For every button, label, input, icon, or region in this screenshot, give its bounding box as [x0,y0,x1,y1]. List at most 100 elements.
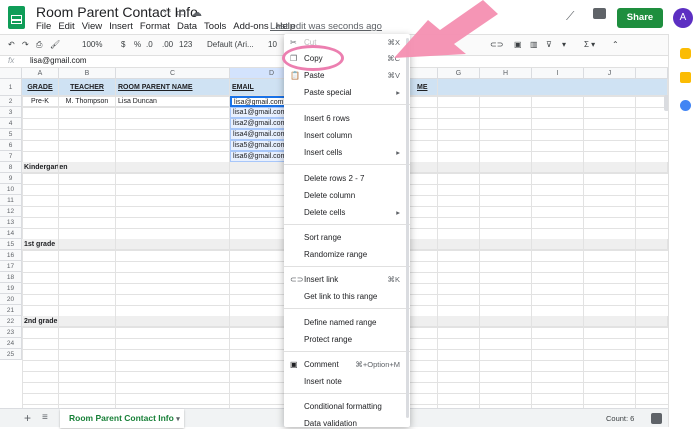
row-header[interactable]: 7 [0,151,22,162]
header-cell-room-parent-name[interactable]: ROOM PARENT NAME [116,79,230,96]
header-cell-blank[interactable] [438,79,668,96]
comment-icon[interactable]: ▣ [514,40,522,49]
row-header[interactable]: 5 [0,129,22,140]
menu-item-get-link[interactable]: Get link to this range [304,292,377,301]
all-sheets-icon[interactable]: ≡ [42,412,48,423]
explore-icon[interactable] [651,413,662,424]
menu-item-paste-special[interactable]: Paste special [304,88,352,97]
row-header[interactable]: 13 [0,217,22,228]
menu-item-protect-range[interactable]: Protect range [304,335,352,344]
number-format-select[interactable]: 123 [179,40,192,49]
column-header[interactable]: A [22,68,59,79]
menu-data[interactable]: Data [177,21,197,32]
cloud-icon[interactable]: ☁ [191,6,202,19]
paint-format-icon[interactable]: 🖌 [50,40,60,49]
menu-item-define-named-range[interactable]: Define named range [304,318,377,327]
menu-scrollbar[interactable] [406,38,409,418]
column-header[interactable]: C [116,68,230,79]
font-size-select[interactable]: 10 [268,40,277,49]
folder-icon[interactable]: ▭ [176,6,186,19]
menu-item-paste[interactable]: Paste [304,71,324,80]
row-header[interactable]: 12 [0,206,22,217]
redo-icon[interactable]: ↷ [22,40,29,49]
calendar-icon[interactable] [680,72,691,83]
cell-grade[interactable]: Pre-K [22,96,59,107]
menu-item-insert-link[interactable]: Insert link [304,275,338,284]
row-header[interactable]: 6 [0,140,22,151]
print-icon[interactable]: ⎙ [36,40,42,50]
column-header[interactable]: J [584,68,636,79]
chevron-down-icon[interactable]: ▾ [176,416,180,423]
menu-item-insert-column[interactable]: Insert column [304,131,352,140]
document-title[interactable]: Room Parent Contact Info [36,4,198,20]
header-cell-grade[interactable]: GRADE [22,79,59,96]
row-header[interactable]: 20 [0,294,22,305]
row-header[interactable]: 9 [0,173,22,184]
row-header[interactable]: 1 [0,79,22,96]
avatar[interactable]: A [673,8,693,28]
filter-icon[interactable]: ⊽ [546,40,552,49]
keep-icon[interactable] [680,48,691,59]
row-header[interactable]: 17 [0,261,22,272]
header-cell-teacher[interactable]: TEACHER [59,79,116,96]
row-header[interactable]: 4 [0,118,22,129]
row-header[interactable]: 14 [0,228,22,239]
menu-item-randomize-range[interactable]: Randomize range [304,250,367,259]
menu-addons[interactable]: Add-ons [233,21,268,32]
row-header[interactable]: 18 [0,272,22,283]
menu-file[interactable]: File [36,21,51,32]
share-button[interactable]: Share [617,8,663,28]
activity-chart-icon[interactable]: ⟋ [566,9,574,24]
menu-item-comment[interactable]: Comment [304,360,339,369]
undo-icon[interactable]: ↶ [8,40,15,49]
formula-input[interactable]: lisa@gmail.com [30,56,87,65]
menu-tools[interactable]: Tools [204,21,226,32]
menu-view[interactable]: View [82,21,102,32]
star-icon[interactable]: ☆ [162,6,172,19]
row-header[interactable]: 22 [0,316,22,327]
row-header[interactable]: 21 [0,305,22,316]
menu-edit[interactable]: Edit [58,21,74,32]
menu-format[interactable]: Format [140,21,170,32]
menu-item-insert-rows[interactable]: Insert 6 rows [304,114,350,123]
add-sheet-button[interactable]: + [24,411,31,425]
font-select[interactable]: Default (Ari... [207,40,254,49]
row-header[interactable]: 8 [0,162,22,173]
column-header[interactable]: B [59,68,116,79]
row-header[interactable]: 23 [0,327,22,338]
menu-item-delete-column[interactable]: Delete column [304,191,355,200]
zoom-select[interactable]: 100% [82,40,102,49]
row-header[interactable]: 16 [0,250,22,261]
cell-parent-name[interactable]: Lisa Duncan [116,96,230,107]
row-header[interactable]: 11 [0,195,22,206]
row-header[interactable]: 10 [0,184,22,195]
column-header[interactable]: I [532,68,584,79]
decrease-decimal-button[interactable]: .0 [146,40,153,49]
increase-decimal-button[interactable]: .00 [162,40,173,49]
row-header[interactable]: 19 [0,283,22,294]
collapse-toolbar-icon[interactable]: ⌃ [612,40,619,49]
tasks-icon[interactable] [680,100,691,111]
menu-insert[interactable]: Insert [109,21,133,32]
currency-button[interactable]: $ [121,40,125,49]
select-all-corner[interactable] [0,68,22,79]
row-header[interactable]: 24 [0,338,22,349]
menu-item-insert-cells[interactable]: Insert cells [304,148,342,157]
column-header-extra[interactable] [636,68,668,79]
functions-icon[interactable]: Σ ▾ [584,40,595,49]
row-header[interactable]: 2 [0,96,22,107]
row-header[interactable]: 25 [0,349,22,360]
cell-teacher[interactable]: M. Thompson [59,96,116,107]
menu-item-conditional-formatting[interactable]: Conditional formatting [304,402,382,411]
menu-item-insert-note[interactable]: Insert note [304,377,342,386]
count-summary[interactable]: Count: 6 [606,414,634,423]
filter-views-icon[interactable]: ▾ [562,40,566,49]
chart-icon[interactable]: ▥ [530,40,538,49]
row-header[interactable]: 3 [0,107,22,118]
menu-item-sort-range[interactable]: Sort range [304,233,341,242]
sheets-logo-icon[interactable] [8,6,25,29]
percent-button[interactable]: % [134,40,141,49]
last-edit-link[interactable]: Last edit was seconds ago [270,21,382,32]
sheet-tab[interactable]: Room Parent Contact Info ▾ [60,409,184,428]
menu-item-delete-cells[interactable]: Delete cells [304,208,345,217]
